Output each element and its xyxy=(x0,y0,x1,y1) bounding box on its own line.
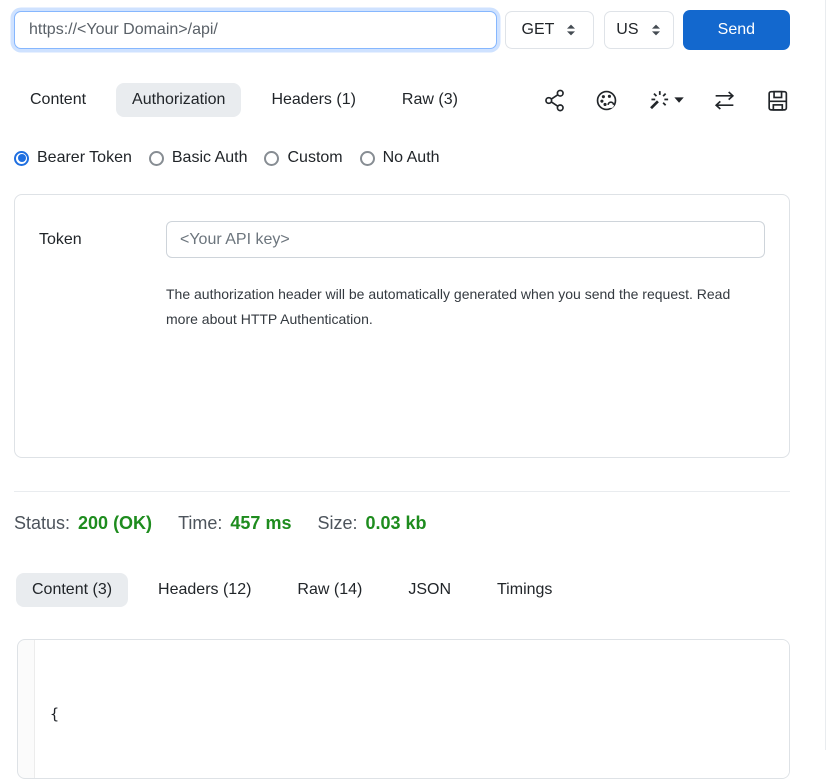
tab-content[interactable]: Content xyxy=(14,83,102,117)
share-icon[interactable] xyxy=(542,88,567,113)
status-value: 200 (OK) xyxy=(78,513,152,534)
token-input[interactable] xyxy=(166,221,765,258)
radio-circle[interactable] xyxy=(149,151,164,166)
response-tabs-row: Content (3) Headers (12) Raw (14) JSON T… xyxy=(16,573,790,607)
size-group: Size: 0.03 kb xyxy=(317,513,426,534)
section-divider xyxy=(14,491,790,492)
token-label: Token xyxy=(39,231,166,249)
save-icon[interactable] xyxy=(765,88,790,113)
radio-circle[interactable] xyxy=(264,151,279,166)
status-group: Status: 200 (OK) xyxy=(14,513,152,534)
radio-label: No Auth xyxy=(383,149,440,167)
response-tab-headers[interactable]: Headers (12) xyxy=(142,573,267,607)
time-value: 457 ms xyxy=(230,513,291,534)
swap-arrows-icon[interactable] xyxy=(711,88,738,113)
radio-circle[interactable] xyxy=(14,151,29,166)
code-line: { xyxy=(50,702,789,727)
radio-label: Custom xyxy=(287,149,342,167)
token-panel: Token The authorization header will be a… xyxy=(14,194,790,458)
radio-label: Basic Auth xyxy=(172,149,248,167)
request-bar: GET US Send xyxy=(14,10,790,50)
radio-circle[interactable] xyxy=(360,151,375,166)
size-label: Size: xyxy=(317,513,357,534)
token-help-text: The authorization header will be automat… xyxy=(166,282,751,332)
response-status-row: Status: 200 (OK) Time: 457 ms Size: 0.03… xyxy=(14,513,790,534)
toolbar-icons xyxy=(542,88,790,113)
api-tester-page: GET US Send Content Authorization Header… xyxy=(0,0,837,779)
response-tab-json[interactable]: JSON xyxy=(392,573,467,607)
time-label: Time: xyxy=(178,513,222,534)
radio-custom[interactable]: Custom xyxy=(264,149,342,167)
tab-headers[interactable]: Headers (1) xyxy=(255,83,371,117)
response-tab-timings[interactable]: Timings xyxy=(481,573,568,607)
method-select[interactable]: GET xyxy=(505,11,594,49)
code-line: "message": "API running." xyxy=(50,776,789,779)
request-tabs-row: Content Authorization Headers (1) Raw (3… xyxy=(14,83,790,117)
token-row: Token xyxy=(39,221,765,258)
radio-bearer-token[interactable]: Bearer Token xyxy=(14,149,132,167)
radio-basic-auth[interactable]: Basic Auth xyxy=(149,149,248,167)
region-select[interactable]: US xyxy=(604,11,674,49)
region-select-value: US xyxy=(616,21,638,39)
auth-options-row: Bearer Token Basic Auth Custom No Auth xyxy=(14,149,790,167)
response-tab-content[interactable]: Content (3) xyxy=(16,573,128,607)
code-brace: { xyxy=(50,705,59,723)
send-button[interactable]: Send xyxy=(683,10,790,50)
size-value: 0.03 kb xyxy=(366,513,427,534)
tab-raw[interactable]: Raw (3) xyxy=(386,83,474,117)
tab-authorization[interactable]: Authorization xyxy=(116,83,241,117)
time-group: Time: 457 ms xyxy=(178,513,291,534)
radio-no-auth[interactable]: No Auth xyxy=(360,149,440,167)
response-tab-raw[interactable]: Raw (14) xyxy=(281,573,378,607)
url-input[interactable] xyxy=(14,11,497,49)
response-body-block: { "message": "API running." } xyxy=(17,639,790,779)
updown-caret-icon xyxy=(565,23,577,37)
status-label: Status: xyxy=(14,513,70,534)
method-select-value: GET xyxy=(522,21,555,39)
palette-icon[interactable] xyxy=(594,88,619,113)
updown-caret-icon xyxy=(650,23,662,37)
radio-label: Bearer Token xyxy=(37,149,132,167)
magic-wand-dropdown-icon[interactable] xyxy=(646,88,684,113)
page-right-border xyxy=(825,0,826,750)
response-json-code: { "message": "API running." } xyxy=(34,640,789,778)
